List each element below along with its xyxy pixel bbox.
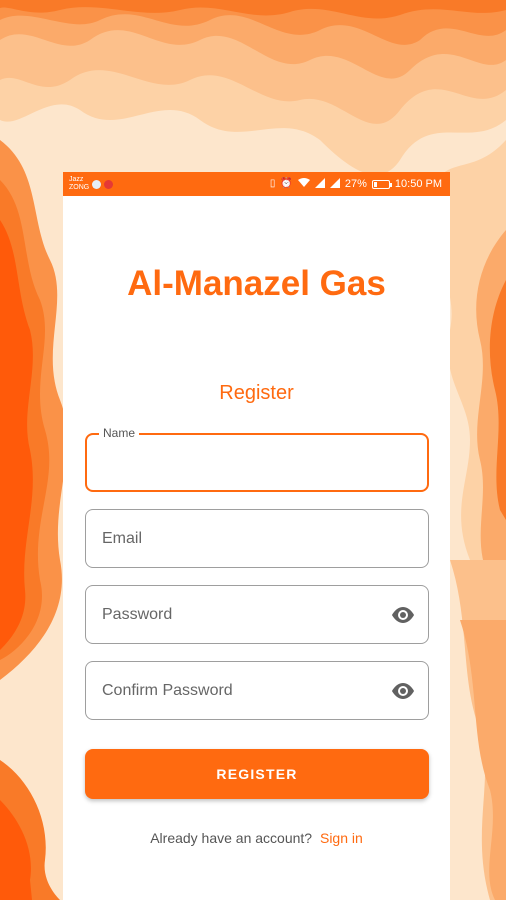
battery-icon (371, 179, 392, 189)
signin-row: Already have an account? Sign in (63, 830, 450, 846)
status-time: 10:50 PM (394, 178, 442, 190)
carrier-jazz: Jazz (69, 176, 84, 183)
signin-prompt: Already have an account? (150, 830, 313, 846)
battery-level-fill (373, 181, 378, 187)
confirm-password-placeholder: Confirm Password (102, 681, 233, 699)
password-field[interactable]: Password (85, 585, 429, 644)
name-field-label: Name (99, 426, 140, 440)
app-title: Al-Manazel Gas (127, 264, 386, 303)
status-bar: Jazz ZONG ▯ ⏰ 27% 10:50 PM (63, 172, 450, 196)
signal-icon-2 (329, 177, 340, 191)
battery-percent: 27% (344, 178, 367, 190)
register-heading: Register (219, 382, 294, 404)
eye-icon[interactable] (390, 606, 416, 624)
signal-icon-1 (314, 177, 325, 191)
eye-icon[interactable] (390, 682, 416, 700)
carrier-info: Jazz ZONG (69, 176, 89, 192)
notification-icon (92, 179, 102, 189)
message-notification-icon (104, 179, 114, 189)
status-left: Jazz ZONG (63, 176, 114, 192)
vibrate-icon: ▯ (269, 178, 276, 189)
signin-link[interactable]: Sign in (320, 830, 363, 846)
confirm-password-field[interactable]: Confirm Password (85, 661, 429, 720)
password-placeholder: Password (102, 605, 173, 623)
phone-screen: Jazz ZONG ▯ ⏰ 27% 10:50 PM Al-Manazel Ga… (63, 172, 450, 900)
email-placeholder: Email (102, 529, 143, 547)
carrier-zong: ZONG (69, 184, 90, 191)
alarm-icon: ⏰ (280, 178, 293, 189)
register-button[interactable]: REGISTER (85, 749, 429, 799)
status-right: ▯ ⏰ 27% 10:50 PM (270, 172, 442, 196)
wifi-icon (297, 177, 310, 191)
name-field[interactable]: Name (85, 426, 429, 492)
email-field[interactable]: Email (85, 509, 429, 568)
